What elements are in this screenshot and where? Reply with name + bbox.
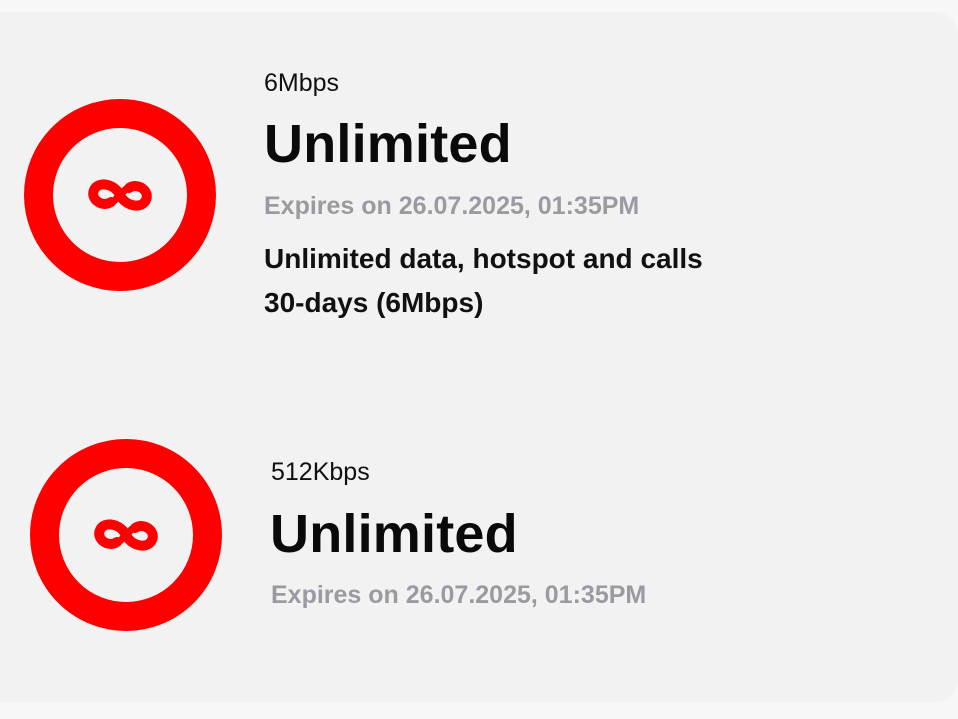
plan-speed: 6Mbps <box>264 69 340 97</box>
plan-ring-icon <box>30 439 222 631</box>
plan-ring-icon <box>24 99 216 291</box>
plan-expiry: Expires on 26.07.2025, 01:35PM <box>264 192 640 220</box>
plan-expiry: Expires on 26.07.2025, 01:35PM <box>271 581 647 609</box>
plan-description: Unlimited data, hotspot and calls 30-day… <box>264 237 864 325</box>
plan-name: Unlimited <box>270 504 518 564</box>
plan-name: Unlimited <box>264 114 512 174</box>
infinity-icon <box>94 519 158 551</box>
plan-speed: 512Kbps <box>271 458 370 486</box>
plan-description-line: Unlimited data, hotspot and calls <box>264 243 703 274</box>
infinity-icon <box>88 179 152 211</box>
plan-description-line: 30-days (6Mbps) <box>264 287 484 318</box>
